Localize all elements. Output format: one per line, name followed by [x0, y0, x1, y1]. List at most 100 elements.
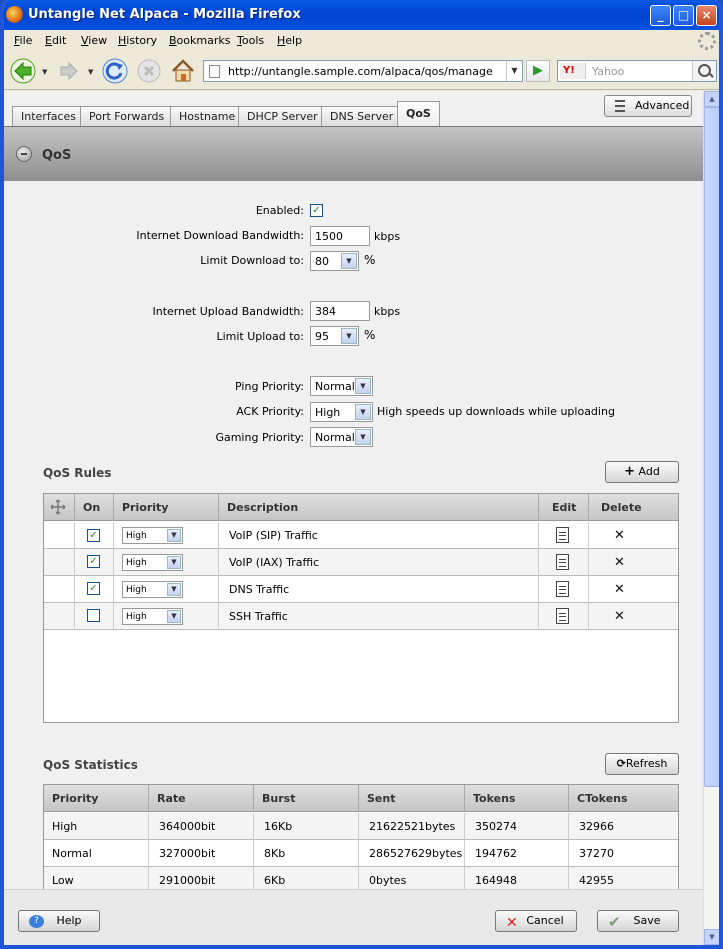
search-input[interactable]: Yahoo [592, 65, 624, 78]
description-column-header[interactable]: Description [219, 494, 539, 521]
rule-on-checkbox[interactable]: ✓ [87, 529, 100, 542]
priority-column-header[interactable]: Priority [114, 494, 219, 521]
tab-interfaces[interactable]: Interfaces [12, 106, 85, 126]
refresh-button[interactable]: ⟳Refresh [605, 753, 679, 775]
rule-on-checkbox[interactable]: ✓ [87, 582, 100, 595]
back-arrow-icon[interactable] [10, 58, 36, 84]
close-window-button[interactable]: × [696, 5, 717, 26]
rule-priority-select[interactable]: High ▼ [122, 554, 183, 571]
tab-dns-server[interactable]: DNS Server [321, 106, 403, 126]
search-icon[interactable] [692, 61, 716, 81]
menu-view[interactable]: View [81, 34, 107, 47]
download-bandwidth-input[interactable]: 1500 [310, 226, 370, 246]
drag-handle[interactable] [44, 522, 75, 549]
search-bar[interactable]: Y! Yahoo [557, 60, 717, 82]
chevron-down-icon[interactable]: ▼ [167, 529, 181, 542]
url-text[interactable]: http://untangle.sample.com/alpaca/qos/ma… [228, 65, 493, 78]
enabled-checkbox[interactable]: ✓ [310, 204, 323, 217]
url-bar[interactable]: http://untangle.sample.com/alpaca/qos/ma… [203, 60, 523, 82]
vertical-scrollbar[interactable]: ▲ ▼ [703, 91, 719, 945]
limit-upload-select[interactable]: 95 ▼ [310, 326, 359, 346]
drag-handle[interactable] [44, 603, 75, 630]
upload-bandwidth-input[interactable]: 384 [310, 301, 370, 321]
rules-grid-header: On Priority Description Edit Delete [44, 494, 678, 521]
collapse-icon[interactable] [16, 146, 32, 162]
menu-help[interactable]: Help [277, 34, 302, 47]
help-icon: ? [29, 915, 44, 928]
delete-icon[interactable]: ✕ [614, 549, 625, 576]
scrollbar-thumb[interactable] [704, 107, 719, 787]
limit-download-select[interactable]: 80 ▼ [310, 251, 359, 271]
delete-icon[interactable]: ✕ [614, 603, 625, 630]
rule-row[interactable]: ✓ High ▼ VoIP (SIP) Traffic ✕ [44, 522, 678, 549]
menu-file[interactable]: File [14, 34, 32, 47]
ack-priority-select[interactable]: High ▼ [310, 402, 373, 422]
chevron-down-icon[interactable]: ▼ [167, 556, 181, 569]
save-button[interactable]: ✔ Save [597, 910, 679, 932]
forward-history-dropdown-icon[interactable]: ▼ [88, 68, 93, 76]
gaming-priority-select[interactable]: Normal ▼ [310, 427, 373, 447]
cancel-button[interactable]: ✕ Cancel [495, 910, 577, 932]
edit-icon[interactable] [556, 554, 569, 570]
advanced-button[interactable]: Advanced [604, 95, 692, 117]
minimize-button[interactable]: _ [650, 5, 671, 26]
menu-bookmarks[interactable]: Bookmarks [169, 34, 230, 47]
reload-icon[interactable] [102, 58, 128, 84]
rule-priority-select[interactable]: High ▼ [122, 608, 183, 625]
ping-priority-select[interactable]: Normal ▼ [310, 376, 373, 396]
edit-icon[interactable] [556, 581, 569, 597]
chevron-down-icon[interactable]: ▼ [167, 610, 181, 623]
chevron-down-icon[interactable]: ▼ [167, 583, 181, 596]
stop-icon[interactable] [136, 58, 162, 84]
tab-port-forwards[interactable]: Port Forwards [80, 106, 174, 126]
delete-icon[interactable]: ✕ [614, 576, 625, 603]
add-rule-button[interactable]: + Add [605, 461, 679, 483]
limit-upload-label: Limit Upload to: [216, 330, 304, 343]
drag-handle[interactable] [44, 576, 75, 603]
stats-row: Normal 327000bit 8Kb 286527629bytes 1947… [44, 840, 678, 867]
edit-icon[interactable] [556, 608, 569, 624]
stats-cell: Normal [44, 840, 149, 867]
rule-description: VoIP (IAX) Traffic [219, 549, 539, 576]
stats-cell: 8Kb [254, 840, 359, 867]
menu-tools[interactable]: Tools [237, 34, 264, 47]
rule-row[interactable]: ✓ High ▼ VoIP (IAX) Traffic ✕ [44, 549, 678, 576]
rule-delete-cell: ✕ [589, 549, 678, 576]
menu-edit[interactable]: Edit [45, 34, 66, 47]
on-column-header[interactable]: On [75, 494, 114, 521]
delete-column-header[interactable]: Delete [589, 494, 678, 521]
tab-qos[interactable]: QoS [397, 101, 440, 126]
rule-priority-cell: High ▼ [114, 603, 219, 630]
maximize-button[interactable]: □ [673, 5, 694, 26]
stats-cell: 16Kb [254, 813, 359, 840]
rule-on-checkbox[interactable] [87, 609, 100, 622]
delete-icon[interactable]: ✕ [614, 522, 625, 549]
chevron-down-icon[interactable]: ▼ [355, 429, 371, 445]
go-button[interactable]: ▶ [526, 60, 550, 82]
rule-row[interactable]: ✓ High ▼ DNS Traffic ✕ [44, 576, 678, 603]
rule-priority-select[interactable]: High ▼ [122, 581, 183, 598]
url-dropdown-icon[interactable]: ▼ [506, 61, 522, 81]
scroll-down-icon[interactable]: ▼ [704, 929, 719, 945]
rule-row[interactable]: High ▼ SSH Traffic ✕ [44, 603, 678, 630]
edit-column-header[interactable]: Edit [539, 494, 589, 521]
scroll-up-icon[interactable]: ▲ [704, 91, 719, 107]
forward-arrow-icon[interactable] [56, 58, 82, 84]
home-icon[interactable] [170, 58, 196, 84]
chevron-down-icon[interactable]: ▼ [355, 404, 371, 420]
chevron-down-icon[interactable]: ▼ [341, 328, 357, 344]
limit-upload-value: 95 [315, 330, 329, 343]
edit-icon[interactable] [556, 527, 569, 543]
search-engine-icon[interactable]: Y! [560, 63, 586, 79]
chevron-down-icon[interactable]: ▼ [341, 253, 357, 269]
rule-priority-select[interactable]: High ▼ [122, 527, 183, 544]
chevron-down-icon[interactable]: ▼ [355, 378, 371, 394]
tab-hostname[interactable]: Hostname [170, 106, 245, 126]
drag-handle[interactable] [44, 549, 75, 576]
menu-history[interactable]: History [118, 34, 157, 47]
rule-on-checkbox[interactable]: ✓ [87, 555, 100, 568]
back-history-dropdown-icon[interactable]: ▼ [42, 68, 47, 76]
help-button[interactable]: ? Help [18, 910, 100, 932]
tab-dhcp-server[interactable]: DHCP Server [238, 106, 327, 126]
rule-priority-cell: High ▼ [114, 522, 219, 549]
